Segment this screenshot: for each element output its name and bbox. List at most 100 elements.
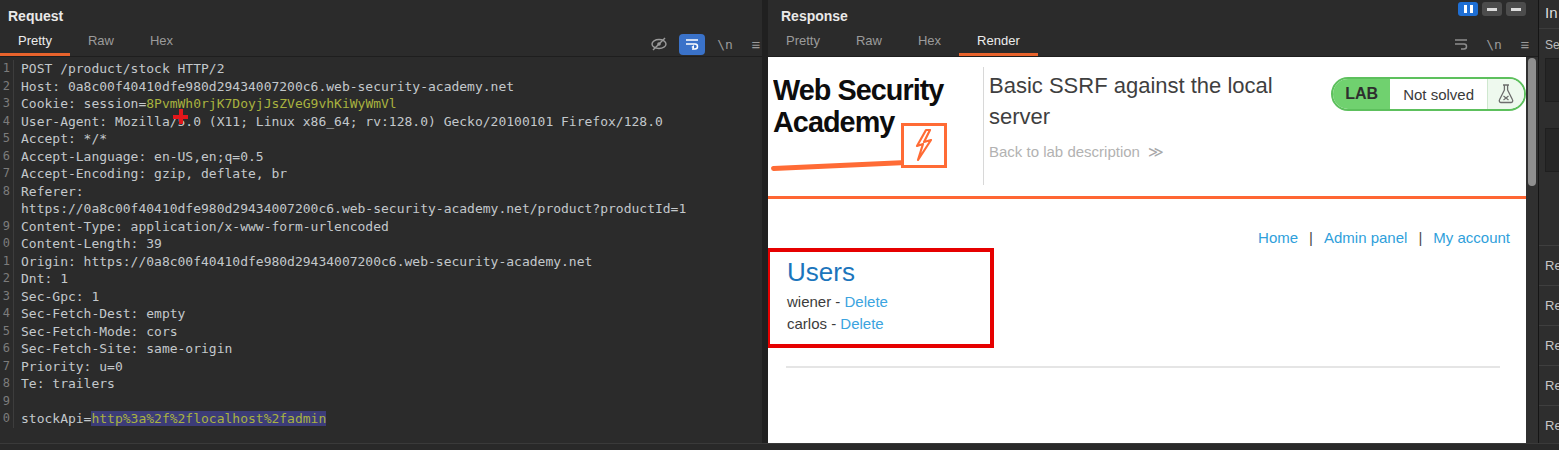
- inspector-panel[interactable]: In Se Re Re Re Re Re: [1538, 0, 1559, 450]
- newline-chars-icon[interactable]: \n: [1483, 34, 1505, 54]
- editor-line: 1POST /product/stock HTTP/2: [0, 60, 762, 78]
- inspector-section-row[interactable]: Re: [1539, 325, 1559, 365]
- request-tab-pretty[interactable]: Pretty: [0, 30, 70, 56]
- line-content: Accept-Language: en-US,en;q=0.5: [14, 148, 264, 166]
- back-to-lab-link[interactable]: Back to lab description ≫: [989, 143, 1164, 161]
- editor-line: 9Content-Type: application/x-www-form-ur…: [0, 218, 762, 236]
- code-segment: Content-Length: 39: [21, 236, 162, 251]
- editor-menu-icon[interactable]: ≡: [1514, 34, 1536, 54]
- editor-line: 9: [0, 393, 762, 411]
- nav-link-admin-panel[interactable]: Admin panel: [1324, 229, 1407, 246]
- lightning-bolt-icon: [901, 123, 947, 168]
- editor-line: 6Sec-Fetch-Site: same-origin: [0, 340, 762, 358]
- account-nav: Home|Admin panel|My account: [1258, 229, 1510, 246]
- line-number: 2: [0, 270, 14, 288]
- inspector-section-row[interactable]: Re: [1539, 365, 1559, 405]
- inspector-divider: [1539, 28, 1559, 29]
- back-link-label: Back to lab description: [989, 143, 1140, 160]
- scrollbar-thumb[interactable]: [1528, 58, 1536, 186]
- nav-link-home[interactable]: Home: [1258, 229, 1298, 246]
- editor-line: 6Accept-Language: en-US,en;q=0.5: [0, 148, 762, 166]
- hide-matches-eye-icon[interactable]: [648, 34, 670, 54]
- split-rows-icon[interactable]: [1482, 2, 1502, 16]
- line-content: Te: trailers: [14, 375, 115, 393]
- line-number: 1: [0, 60, 14, 78]
- newline-chars-icon[interactable]: \n: [714, 34, 736, 54]
- logo-underline: [771, 160, 909, 171]
- response-tabs: PrettyRawHexRender: [768, 30, 1038, 56]
- users-list: wiener - Deletecarlos - Delete: [787, 294, 990, 332]
- delete-user-link[interactable]: Delete: [845, 293, 888, 310]
- inspector-section-label: Re: [1539, 298, 1559, 313]
- username: wiener -: [787, 293, 845, 310]
- nav-separator: |: [1309, 229, 1313, 246]
- lab-badge-status: Not solved: [1390, 79, 1488, 109]
- word-wrap-icon[interactable]: [1448, 34, 1474, 55]
- line-number: 7: [0, 165, 14, 183]
- code-segment: https://0a8c00f40410dfe980d29434007200c6…: [21, 201, 686, 216]
- response-panel-title: Response: [781, 8, 848, 24]
- inspector-section-label: Re: [1539, 378, 1559, 393]
- line-number: 4: [0, 305, 14, 323]
- editor-line: 5Accept: */*: [0, 130, 762, 148]
- inspector-section-row[interactable]: Re: [1539, 405, 1559, 445]
- response-toolbar: \n ≡: [1448, 33, 1536, 55]
- code-segment: Dnt: 1: [21, 271, 68, 286]
- line-number: 2: [0, 78, 14, 96]
- chevron-right-icon: ≫: [1148, 143, 1164, 160]
- maximize-icon[interactable]: [1506, 2, 1526, 16]
- delete-user-link[interactable]: Delete: [840, 315, 883, 332]
- request-tab-hex[interactable]: Hex: [132, 30, 191, 56]
- logo-line1: Web Security: [773, 74, 943, 106]
- line-content: Sec-Gpc: 1: [14, 288, 99, 306]
- request-tab-raw[interactable]: Raw: [70, 30, 132, 56]
- lab-badge-label: LAB: [1333, 79, 1390, 109]
- line-number: 5: [0, 323, 14, 341]
- request-editor[interactable]: 1POST /product/stock HTTP/22Host: 0a8c00…: [0, 57, 762, 443]
- editor-line: 0stockApi=http%3a%2f%2flocalhost%2fadmin: [0, 410, 762, 428]
- line-number: 6: [0, 148, 14, 166]
- line-content: [14, 393, 21, 411]
- line-number: 1: [0, 253, 14, 271]
- selected-text: http%3a%2f%2flocalhost%2fadmin: [91, 411, 326, 426]
- response-tab-render[interactable]: Render: [959, 30, 1038, 56]
- code-segment: Accept-Encoding: gzip, deflate, br: [21, 166, 287, 181]
- inspector-section-label: Se: [1545, 38, 1559, 52]
- line-number: 9: [0, 218, 14, 236]
- layout-controls: [1458, 2, 1526, 16]
- content-divider: [786, 366, 1500, 368]
- lab-banner-rule: [768, 196, 1526, 199]
- users-widget-highlight: Users wiener - Deletecarlos - Delete: [768, 248, 994, 348]
- line-content: Origin: https://0a8c00f40410dfe980d29434…: [14, 253, 592, 271]
- line-content: Content-Length: 39: [14, 235, 162, 253]
- nav-link-my-account[interactable]: My account: [1433, 229, 1510, 246]
- editor-line: 8Referer:: [0, 183, 762, 201]
- line-content: Sec-Fetch-Site: same-origin: [14, 340, 232, 358]
- editor-line: 2Host: 0a8c00f40410dfe980d29434007200c6.…: [0, 78, 762, 96]
- response-tab-raw[interactable]: Raw: [838, 30, 900, 56]
- lab-title: Basic SSRF against the local server: [989, 70, 1319, 132]
- render-scrollbar[interactable]: [1526, 57, 1538, 443]
- response-tab-hex[interactable]: Hex: [900, 30, 959, 56]
- line-number: 0: [0, 235, 14, 253]
- line-number: 9: [0, 393, 14, 411]
- line-content: Host: 0a8c00f40410dfe980d29434007200c6.w…: [14, 78, 514, 96]
- line-number: 4: [0, 113, 14, 131]
- inspector-sections: Re Re Re Re Re: [1539, 245, 1559, 445]
- word-wrap-icon[interactable]: [679, 34, 705, 55]
- inspector-title: In: [1545, 4, 1558, 21]
- editor-line: 7 Accept-Encoding: gzip, deflate, br: [0, 165, 762, 183]
- inspector-preview-box: [1545, 128, 1559, 172]
- line-content: Referer:: [14, 183, 84, 201]
- inspector-section-row[interactable]: Re: [1539, 245, 1559, 285]
- response-tabbar: PrettyRawHexRender: [768, 33, 1538, 57]
- editor-line: 3Sec-Gpc: 1: [0, 288, 762, 306]
- horizontal-scroll-strip[interactable]: [0, 443, 1559, 450]
- split-columns-icon[interactable]: [1458, 2, 1478, 16]
- line-number: 7: [0, 358, 14, 376]
- code-segment: Sec-Fetch-Site: same-origin: [21, 341, 232, 356]
- response-tab-pretty[interactable]: Pretty: [768, 30, 838, 56]
- inspector-section-row[interactable]: Re: [1539, 285, 1559, 325]
- users-heading: Users: [787, 257, 990, 288]
- code-segment: Accept: */*: [21, 131, 107, 146]
